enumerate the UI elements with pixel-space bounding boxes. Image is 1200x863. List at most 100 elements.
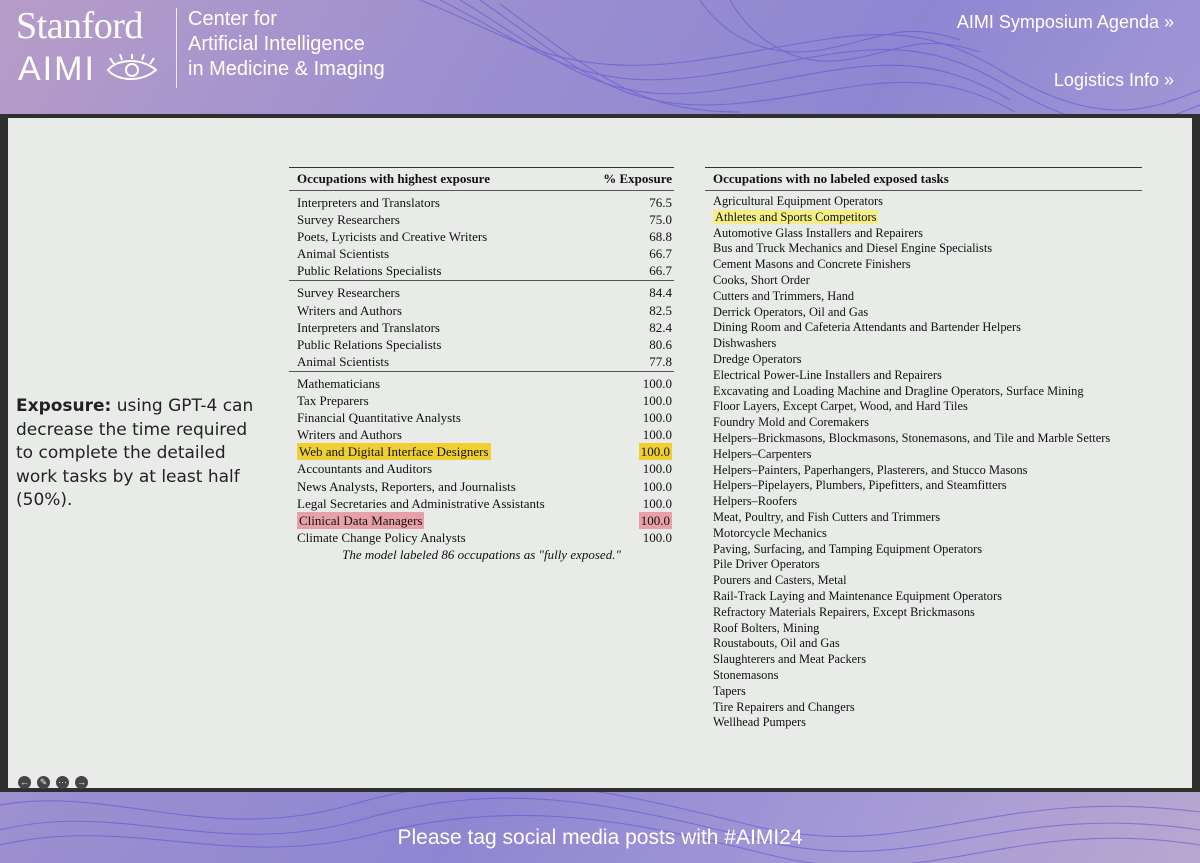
occupation-name: Derrick Operators, Oil and Gas bbox=[713, 304, 869, 319]
occupation-name: Cutters and Trimmers, Hand bbox=[713, 288, 855, 303]
occupation-name: Public Relations Specialists bbox=[297, 263, 442, 279]
table-row: Pourers and Casters, Metal bbox=[705, 573, 1142, 589]
occupation-name: Dredge Operators bbox=[713, 351, 802, 366]
table-row: Accountants and Auditors 100.0 bbox=[289, 460, 674, 477]
occupation-name: Cooks, Short Order bbox=[713, 272, 810, 287]
table-row: Helpers–Pipelayers, Plumbers, Pipefitter… bbox=[705, 478, 1142, 494]
table-row: Writers and Authors 100.0 bbox=[289, 426, 674, 443]
exposure-value: 66.7 bbox=[649, 263, 672, 279]
occupation-name: Dining Room and Cafeteria Attendants and… bbox=[713, 320, 1021, 335]
table-row: Helpers–Brickmasons, Blockmasons, Stonem… bbox=[705, 431, 1142, 447]
table-row: Foundry Mold and Coremakers bbox=[705, 415, 1142, 431]
table-group: Survey Researchers 84.4 Writers and Author… bbox=[289, 281, 674, 370]
occupation-name: Refractory Materials Repairers, Except B… bbox=[713, 604, 975, 619]
table-row: Derrick Operators, Oil and Gas bbox=[705, 305, 1142, 321]
column-header-no-exposure: Occupations with no labeled exposed task… bbox=[713, 171, 949, 186]
table-header: Occupations with no labeled exposed task… bbox=[705, 168, 1142, 190]
logistics-info-link[interactable]: Logistics Info » bbox=[1054, 70, 1174, 91]
pen-icon[interactable]: ✎ bbox=[37, 776, 50, 789]
exposure-definition: Exposure: using GPT-4 can decrease the t… bbox=[16, 395, 266, 513]
symposium-agenda-link[interactable]: AIMI Symposium Agenda » bbox=[957, 12, 1174, 33]
occupation-name: Animal Scientists bbox=[297, 353, 390, 369]
exposure-value: 100.0 bbox=[638, 443, 672, 461]
exposure-value: 82.5 bbox=[649, 302, 672, 318]
slide-content: Exposure: using GPT-4 can decrease the t… bbox=[8, 118, 1192, 789]
exposure-value: 100.0 bbox=[642, 529, 672, 545]
table-row: Mathematicians 100.0 bbox=[289, 375, 674, 392]
center-name-line: Artificial Intelligence bbox=[188, 33, 365, 55]
table-row: Writers and Authors 82.5 bbox=[289, 302, 674, 319]
exposure-value: 100.0 bbox=[638, 511, 672, 529]
table-row: Paving, Surfacing, and Tamping Equipment… bbox=[705, 542, 1142, 558]
table-row: Roustabouts, Oil and Gas bbox=[705, 636, 1142, 652]
table-row: Rail-Track Laying and Maintenance Equipm… bbox=[705, 589, 1142, 605]
table-row: Excavating and Loading Machine and Dragl… bbox=[705, 384, 1142, 400]
occupation-name: Roof Bolters, Mining bbox=[713, 620, 820, 635]
occupation-name: Dishwashers bbox=[713, 336, 777, 351]
occupation-name: Slaughterers and Meat Packers bbox=[713, 652, 867, 667]
occupation-name: Electrical Power-Line Installers and Rep… bbox=[713, 367, 942, 382]
slide-controls: ← ✎ ⋯ → bbox=[18, 776, 88, 789]
exposure-value: 100.0 bbox=[642, 495, 672, 511]
exposure-value: 82.4 bbox=[649, 319, 672, 335]
occupation-name: Agricultural Equipment Operators bbox=[713, 194, 883, 208]
table-row: Tax Preparers 100.0 bbox=[289, 392, 674, 409]
logo-divider bbox=[176, 8, 177, 88]
exposure-value: 100.0 bbox=[642, 427, 672, 443]
table-row: Dredge Operators bbox=[705, 352, 1142, 368]
more-icon[interactable]: ⋯ bbox=[56, 776, 69, 789]
occupation-name: Writers and Authors bbox=[297, 302, 402, 318]
table-row: Interpreters and Translators 82.4 bbox=[289, 319, 674, 336]
occupation-name: Legal Secretaries and Administrative Ass… bbox=[297, 495, 545, 511]
stanford-logo-text: Stanford bbox=[16, 5, 143, 47]
center-name-line: in Medicine & Imaging bbox=[188, 58, 385, 80]
occupation-name: Roustabouts, Oil and Gas bbox=[713, 636, 840, 651]
occupation-name: Clinical Data Managers bbox=[297, 511, 425, 529]
table-row: Web and Digital Interface Designers 100.0 bbox=[289, 443, 674, 461]
highest-exposure-table: Occupations with highest exposure % Expo… bbox=[289, 167, 674, 563]
occupation-name: Survey Researchers bbox=[297, 285, 400, 301]
occupation-name: Animal Scientists bbox=[297, 246, 390, 262]
table-row: Survey Researchers 75.0 bbox=[289, 211, 674, 228]
table-row: Tire Repairers and Changers bbox=[705, 700, 1142, 716]
table-row: Refractory Materials Repairers, Except B… bbox=[705, 605, 1142, 621]
table-header: Occupations with highest exposure % Expo… bbox=[289, 168, 674, 190]
column-header-occupation: Occupations with highest exposure bbox=[297, 171, 490, 186]
center-name-line: Center for bbox=[188, 8, 277, 30]
table-row: Helpers–Roofers bbox=[705, 494, 1142, 510]
table-group: Mathematicians 100.0 Tax Preparers 100.0 Fin… bbox=[289, 372, 674, 547]
table-row: Floor Layers, Except Carpet, Wood, and H… bbox=[705, 399, 1142, 415]
exposure-value: 84.4 bbox=[649, 285, 672, 301]
occupation-name: Helpers–Carpenters bbox=[713, 446, 812, 461]
occupation-name: Meat, Poultry, and Fish Cutters and Trim… bbox=[713, 509, 941, 524]
table-row: Wellhead Pumpers bbox=[705, 715, 1142, 731]
table-row: Athletes and Sports Competitors bbox=[705, 209, 1142, 226]
table-row: Helpers–Carpenters bbox=[705, 447, 1142, 463]
occupation-name: Floor Layers, Except Carpet, Wood, and H… bbox=[713, 399, 968, 414]
table-row: Interpreters and Translators 76.5 bbox=[289, 194, 674, 211]
exposure-term: Exposure: bbox=[16, 396, 112, 416]
occupation-name: Bus and Truck Mechanics and Diesel Engin… bbox=[713, 241, 993, 256]
occupation-name: Motorcycle Mechanics bbox=[713, 525, 827, 540]
table-row: Roof Bolters, Mining bbox=[705, 621, 1142, 637]
site-header: Stanford AIMI Center for Artificial Inte… bbox=[0, 0, 1200, 112]
table-row: Public Relations Specialists 66.7 bbox=[289, 262, 674, 279]
occupation-name: Financial Quantitative Analysts bbox=[297, 410, 461, 426]
exposure-value: 80.6 bbox=[649, 336, 672, 352]
table-row: Climate Change Policy Analysts 100.0 bbox=[289, 529, 674, 546]
table-row: Bus and Truck Mechanics and Diesel Engin… bbox=[705, 241, 1142, 257]
aimi-eye-logo-icon bbox=[106, 54, 158, 80]
back-icon[interactable]: ← bbox=[18, 776, 31, 789]
exposure-value: 77.8 bbox=[649, 353, 672, 369]
presentation-slide-frame: Exposure: using GPT-4 can decrease the t… bbox=[0, 114, 1200, 792]
forward-icon[interactable]: → bbox=[75, 776, 88, 789]
table-row: Cement Masons and Concrete Finishers bbox=[705, 257, 1142, 273]
occupation-name: Excavating and Loading Machine and Dragl… bbox=[713, 383, 1084, 398]
table-row: Helpers–Painters, Paperhangers, Plastere… bbox=[705, 463, 1142, 479]
table-row: Dining Room and Cafeteria Attendants and… bbox=[705, 320, 1142, 336]
occupation-name: News Analysts, Reporters, and Journalist… bbox=[297, 478, 516, 494]
no-exposure-table: Occupations with no labeled exposed task… bbox=[705, 167, 1142, 731]
exposure-value: 100.0 bbox=[642, 410, 672, 426]
occupation-name: Athletes and Sports Competitors bbox=[713, 209, 879, 224]
table-row: Automotive Glass Installers and Repairer… bbox=[705, 226, 1142, 242]
